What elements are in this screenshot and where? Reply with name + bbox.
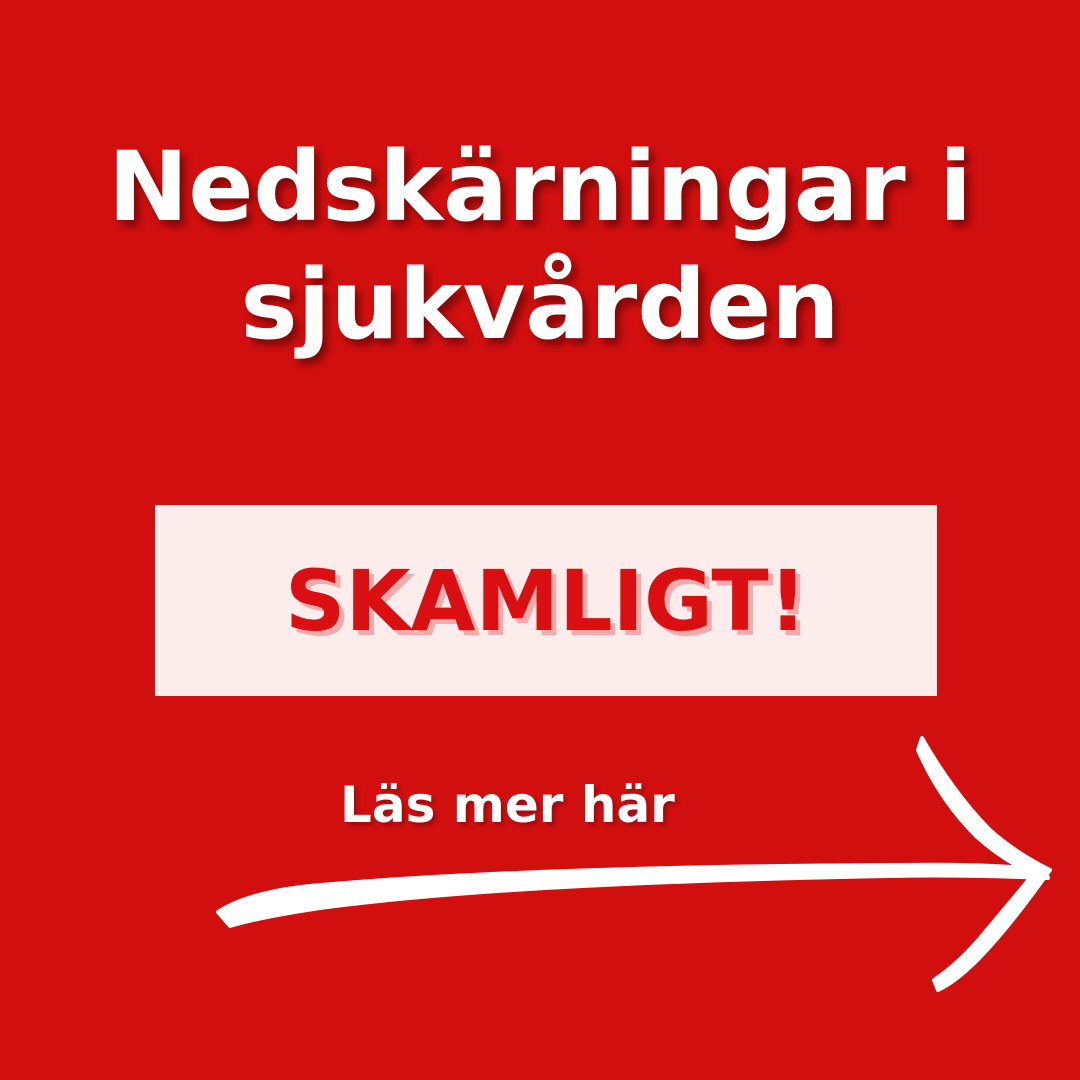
- poster: Nedskärningar i sjukvården SKAMLIGT! Läs…: [0, 0, 1080, 1080]
- headline-line-1: Nedskärningar i: [107, 131, 973, 243]
- verdict-box: SKAMLIGT!: [155, 505, 937, 696]
- arrow-head-upper: [916, 736, 1052, 880]
- headline: Nedskärningar i sjukvården: [0, 128, 1080, 364]
- verdict-text: SKAMLIGT!: [284, 551, 808, 650]
- arrow-head-lower: [932, 864, 1052, 992]
- arrow-shaft: [216, 862, 1050, 928]
- headline-line-2: sjukvården: [240, 249, 840, 361]
- arrow-right-icon[interactable]: [200, 720, 1080, 1020]
